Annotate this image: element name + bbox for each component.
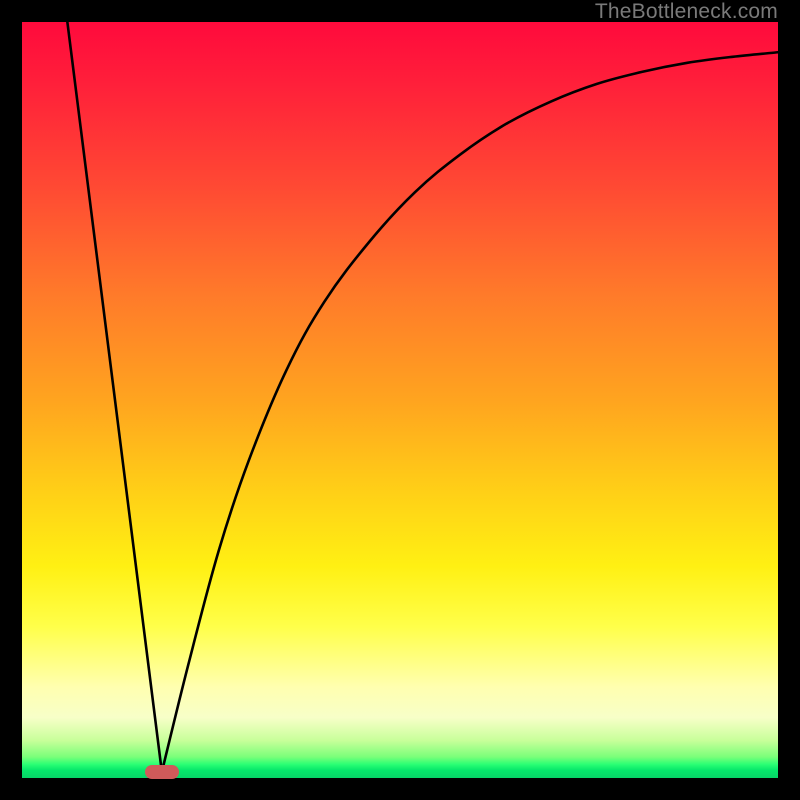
curve-right-branch — [162, 52, 778, 772]
chart-frame: TheBottleneck.com — [0, 0, 800, 800]
watermark-text: TheBottleneck.com — [595, 0, 778, 24]
chart-plot-area — [22, 22, 778, 778]
minimum-marker — [145, 765, 179, 779]
chart-curves — [22, 22, 778, 778]
curve-left-branch — [67, 22, 162, 772]
